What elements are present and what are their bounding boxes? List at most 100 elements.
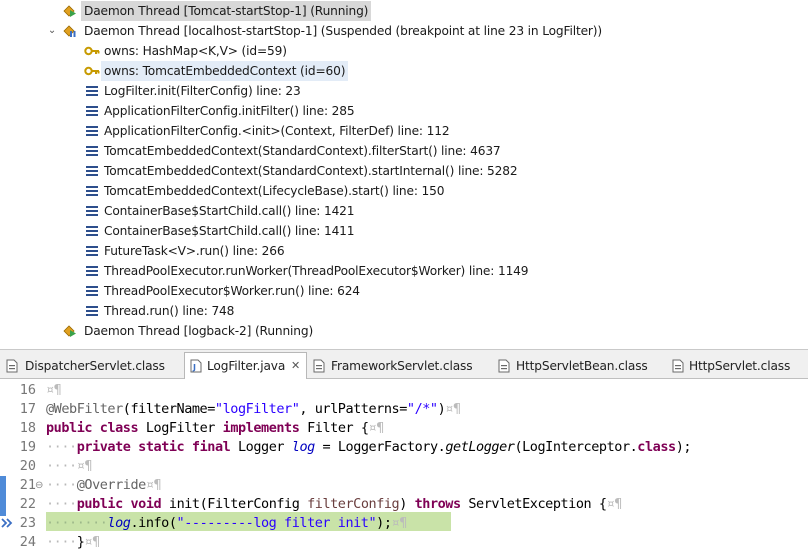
parameter-name: filterConfig <box>307 496 400 512</box>
thread-label: Daemon Thread [logback-2] (Running) <box>84 324 314 338</box>
stack-frame-label: TomcatEmbeddedContext(StandardContext).f… <box>104 144 501 158</box>
code-token: = LoggerFactory. <box>314 439 446 455</box>
annotation: @Override <box>76 477 147 493</box>
keyword: class <box>637 439 676 455</box>
code-line-22: ····public void init(FilterConfig filter… <box>46 495 622 514</box>
stack-frame-label: ApplicationFilterConfig.initFilter() lin… <box>104 104 355 118</box>
code-line-24: ····}¤¶ <box>46 533 100 552</box>
stack-frame-label: ThreadPoolExecutor$Worker.run() line: 62… <box>104 284 360 298</box>
stack-frame-icon <box>86 126 98 136</box>
vertical-ruler[interactable] <box>0 379 11 559</box>
tab-label: DispatcherServlet.class <box>25 359 165 373</box>
monitor-item[interactable]: owns: TomcatEmbeddedContext (id=60) <box>84 61 349 81</box>
thread-tomcat-startstop[interactable]: Daemon Thread [Tomcat-startStop-1] (Runn… <box>62 1 372 21</box>
code-line-19: ····private static final Logger log = Lo… <box>46 438 692 457</box>
stack-frame-item[interactable]: LogFilter.init(FilterConfig) line: 23 <box>84 81 304 101</box>
stack-frame-item[interactable]: ContainerBase$StartChild.call() line: 14… <box>84 201 357 221</box>
class-name: LogFilter <box>145 420 216 436</box>
whitespace-marker: ¤¶ <box>445 401 461 417</box>
code-token: , urlPatterns= <box>299 401 407 417</box>
expand-chevron-icon[interactable]: ⌄ <box>46 21 58 41</box>
class-file-icon <box>498 359 510 373</box>
code-token: ); <box>675 439 692 455</box>
code-token: .info( <box>130 515 177 531</box>
stack-frame-item[interactable]: ContainerBase$StartChild.call() line: 14… <box>84 221 357 241</box>
current-instruction-marker <box>0 476 6 516</box>
whitespace-marker: ¤¶ <box>391 515 408 531</box>
stack-frame-item[interactable]: TomcatEmbeddedContext(StandardContext).f… <box>84 141 504 161</box>
code-token: (filterName= <box>122 401 216 417</box>
thread-localhost-startstop[interactable]: ⌄ Daemon Thread [localhost-startStop-1] … <box>46 21 605 41</box>
whitespace-marker: ¤¶ <box>606 496 623 512</box>
class-file-icon <box>6 359 18 373</box>
code-token: (LogInterceptor. <box>514 439 638 455</box>
stack-frame-icon <box>86 206 98 216</box>
line-number: 17 <box>19 401 36 417</box>
thread-label: Daemon Thread [localhost-startStop-1] (S… <box>84 24 602 38</box>
whitespace-marker: ········ <box>46 515 108 531</box>
svg-text:J: J <box>192 363 196 372</box>
close-tab-icon[interactable]: ✕ <box>291 353 300 379</box>
stack-frame-item[interactable]: TomcatEmbeddedContext(LifecycleBase).sta… <box>84 181 447 201</box>
whitespace-marker: ···· <box>46 534 77 550</box>
stack-frame-icon <box>86 286 98 296</box>
keyword: public <box>46 420 93 436</box>
tab-label: HttpServlet.class <box>689 359 791 373</box>
tab-frameworkservlet-class[interactable]: FrameworkServlet.class <box>313 353 483 379</box>
whitespace-marker: ···· <box>46 439 77 455</box>
tab-httpservlet-class[interactable]: HttpServlet.class <box>672 353 802 379</box>
key-icon <box>84 46 100 56</box>
string-literal: "logFilter" <box>214 401 300 417</box>
stack-frame-label: TomcatEmbeddedContext(StandardContext).s… <box>104 164 518 178</box>
tab-label: LogFilter.java <box>207 359 286 373</box>
stack-frame-label: ContainerBase$StartChild.call() line: 14… <box>104 204 355 218</box>
stack-frame-icon <box>86 186 98 196</box>
stack-frame-icon <box>86 106 98 116</box>
whitespace-marker: ¤¶ <box>145 477 162 493</box>
line-number: 16 <box>19 382 36 398</box>
fold-collapse-icon[interactable]: ⊖ <box>35 476 43 495</box>
code-editor[interactable]: 16 17 18 19 20 21 22 23 24 ⊖ ¤¶ @WebFilt… <box>0 379 808 559</box>
whitespace-marker: ···· <box>46 496 77 512</box>
running-thread-icon <box>63 5 76 17</box>
stack-frame-item[interactable]: FutureTask<V>.run() line: 266 <box>84 241 287 261</box>
stack-frame-label: TomcatEmbeddedContext(LifecycleBase).sta… <box>104 184 445 198</box>
stack-frame-icon <box>86 306 98 316</box>
class-file-icon <box>672 359 684 373</box>
java-file-icon: J <box>190 359 202 373</box>
line-number: 22 <box>19 496 36 512</box>
code-token: Filter { <box>307 420 369 436</box>
whitespace-marker: ¤¶ <box>368 420 385 436</box>
tab-logfilter-java[interactable]: J LogFilter.java ✕ <box>184 352 307 380</box>
keyword: class <box>99 420 139 436</box>
stack-frame-item[interactable]: ApplicationFilterConfig.<init>(Context, … <box>84 121 452 141</box>
stack-frame-item[interactable]: ThreadPoolExecutor$Worker.run() line: 62… <box>84 281 363 301</box>
running-thread-icon <box>63 325 76 337</box>
stack-frame-item[interactable]: Thread.run() line: 748 <box>84 301 237 321</box>
stack-frame-item[interactable]: ApplicationFilterConfig.initFilter() lin… <box>84 101 357 121</box>
suspended-thread-icon <box>63 25 76 37</box>
tab-dispatcherservlet-class[interactable]: DispatcherServlet.class <box>6 353 176 379</box>
method-name: getLogger <box>445 439 515 455</box>
stack-frame-icon <box>86 146 98 156</box>
thread-label: Daemon Thread [Tomcat-startStop-1] (Runn… <box>81 1 372 21</box>
keyword: void <box>130 496 162 512</box>
tab-httpservletbean-class[interactable]: HttpServletBean.class <box>498 353 658 379</box>
stack-frame-label: FutureTask<V>.run() line: 266 <box>104 244 285 258</box>
thread-logback-2[interactable]: Daemon Thread [logback-2] (Running) <box>62 321 316 341</box>
line-number: 19 <box>19 439 36 455</box>
key-icon <box>84 66 100 76</box>
stack-frame-item[interactable]: ThreadPoolExecutor.runWorker(ThreadPoolE… <box>84 261 531 281</box>
stack-frame-label: LogFilter.init(FilterConfig) line: 23 <box>104 84 301 98</box>
line-number: 20 <box>19 458 36 474</box>
debug-threads-view: Daemon Thread [Tomcat-startStop-1] (Runn… <box>0 0 808 349</box>
stack-frame-label: ApplicationFilterConfig.<init>(Context, … <box>104 124 450 138</box>
stack-frame-icon <box>86 226 98 236</box>
stack-frame-label: Thread.run() line: 748 <box>104 304 235 318</box>
stack-frame-item[interactable]: TomcatEmbeddedContext(StandardContext).s… <box>84 161 520 181</box>
field-name: log <box>107 515 131 531</box>
stack-frame-label: ContainerBase$StartChild.call() line: 14… <box>104 224 355 238</box>
monitor-item[interactable]: owns: HashMap<K,V> (id=59) <box>84 41 290 61</box>
line-number: 18 <box>19 420 36 436</box>
code-token: init(FilterConfig <box>168 496 308 512</box>
